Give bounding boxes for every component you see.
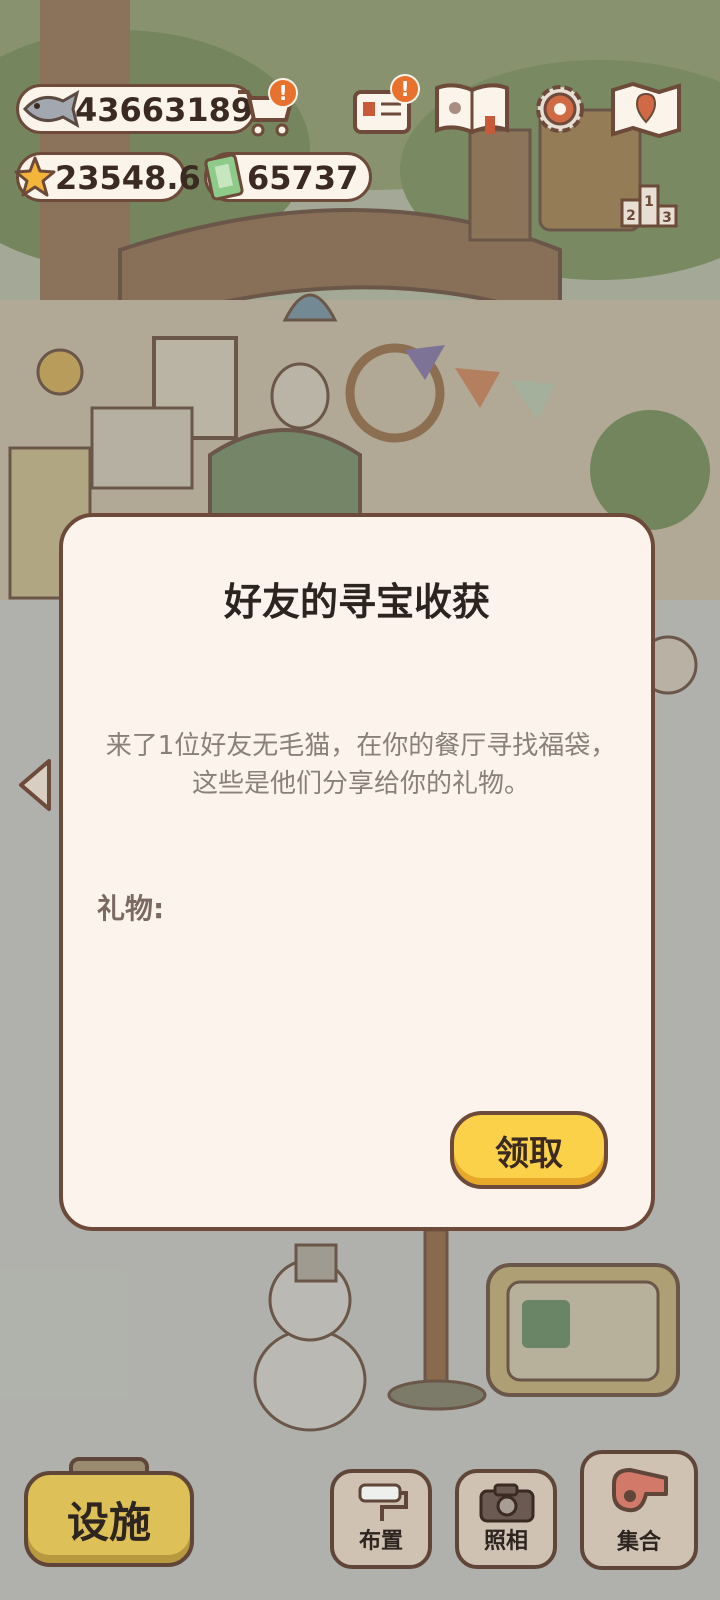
book-icon (435, 83, 509, 135)
ticket-icon (204, 153, 244, 201)
map-icon (611, 81, 681, 138)
fish-coin-counter: 43663189 (16, 84, 256, 134)
gift-label: 礼物: (97, 892, 165, 925)
map-button[interactable] (608, 78, 684, 140)
facility-button[interactable]: 设施 (24, 1471, 194, 1567)
ticket-counter: 65737 (204, 152, 372, 202)
catbook-button[interactable] (432, 78, 512, 140)
fish-coin-value: 43663189 (75, 91, 254, 129)
podium-digit-2: 2 (626, 208, 636, 224)
whistle-icon (612, 1468, 668, 1513)
shop-alert-badge: ! (268, 78, 298, 108)
podium-icon: 2 1 3 (620, 184, 678, 228)
gather-button[interactable]: 集合 (580, 1450, 698, 1570)
layout-button[interactable]: 布置 (330, 1469, 432, 1569)
ticket-value: 65737 (247, 159, 359, 197)
camera-icon (479, 1483, 535, 1523)
mail-alert-badge: ! (390, 74, 420, 104)
settings-button[interactable] (528, 78, 592, 140)
scroll-left-button[interactable] (15, 757, 55, 813)
facility-label: 设施 (66, 1497, 151, 1547)
dialog-title: 好友的寻宝收获 (223, 580, 490, 624)
chevron-left-icon (19, 759, 51, 811)
star-counter: 23548.6 (14, 152, 201, 202)
claim-button[interactable]: 领取 (450, 1111, 608, 1189)
mail-button[interactable]: ! (350, 74, 420, 140)
podium-digit-3: 3 (662, 210, 672, 226)
layout-label: 布置 (358, 1529, 403, 1554)
friend-treasure-dialog: 好友的寻宝收获 来了1位好友无毛猫，在你的餐厅寻找福袋，这些是他们分享给你的礼物… (59, 513, 655, 1231)
shop-cart-button[interactable]: ! (232, 78, 298, 140)
gather-label: 集合 (616, 1530, 661, 1555)
star-icon (14, 156, 56, 197)
photo-label: 照相 (483, 1529, 528, 1554)
podium-digit-1: 1 (644, 194, 654, 210)
fish-icon (22, 89, 80, 129)
ranking-button[interactable]: 2 1 3 (618, 178, 680, 230)
photo-button[interactable]: 照相 (455, 1469, 557, 1569)
dialog-message: 来了1位好友无毛猫，在你的餐厅寻找福袋，这些是他们分享给你的礼物。 (105, 731, 617, 799)
gear-icon (536, 85, 584, 133)
star-value: 23548.6 (55, 159, 201, 197)
roller-icon (358, 1483, 408, 1521)
